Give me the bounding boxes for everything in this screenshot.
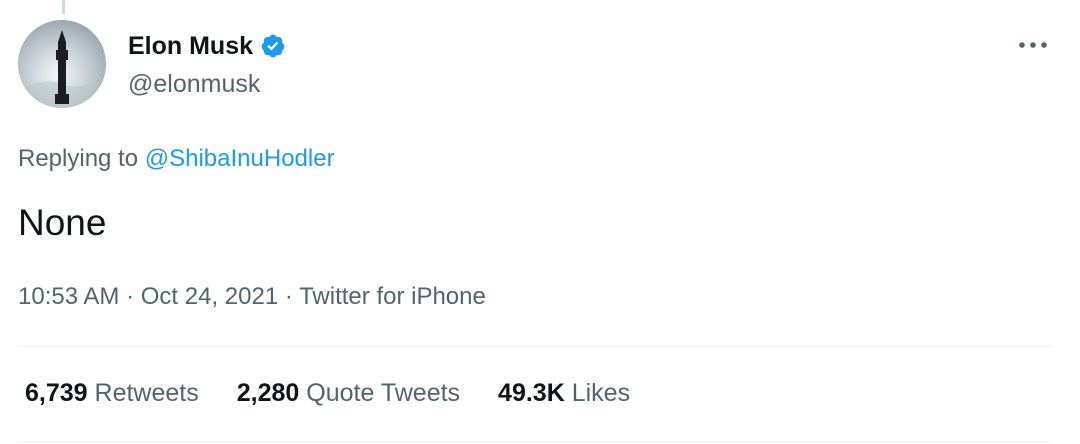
retweets-stat[interactable]: 6,739 Retweets [25,379,199,408]
tweet-source[interactable]: Twitter for iPhone [299,283,486,310]
verified-badge-icon [260,33,286,59]
author-handle[interactable]: @elonmusk [128,70,286,99]
replying-to-label: Replying to [18,145,139,172]
more-options-button[interactable] [1016,30,1050,60]
tweet-metadata: 10:53 AM · Oct 24, 2021 · Twitter for iP… [18,283,486,311]
divider-bottom [18,441,1052,442]
avatar-image [18,20,106,108]
quote-tweets-count: 2,280 [236,379,300,407]
retweets-count: 6,739 [25,379,88,407]
likes-stat[interactable]: 49.3K Likes [498,379,630,408]
quote-tweets-stat[interactable]: 2,280 Quote Tweets [237,379,460,408]
tweet-author: Elon Musk @elonmusk [128,28,286,99]
avatar[interactable] [18,20,106,108]
thread-connector-line [62,0,65,14]
reply-mention-link[interactable]: @ShibaInuHodler [145,145,335,172]
replying-to: Replying to @ShibaInuHodler [18,145,335,173]
tweet-date[interactable]: Oct 24, 2021 [141,283,278,310]
tweet-stats: 6,739 Retweets 2,280 Quote Tweets 49.3K … [25,379,668,408]
divider-top [18,346,1052,347]
meta-separator: · [284,283,293,310]
quote-tweets-label: Quote Tweets [306,379,461,407]
retweets-label: Retweets [94,379,199,407]
likes-count: 49.3K [498,379,565,407]
likes-label: Likes [571,379,631,407]
tweet-text: None [18,202,107,243]
more-options-icon [1019,42,1047,48]
meta-separator: · [126,283,135,310]
author-display-name[interactable]: Elon Musk [128,32,253,61]
tweet-time[interactable]: 10:53 AM [18,283,119,310]
author-name-row: Elon Musk [128,28,286,64]
